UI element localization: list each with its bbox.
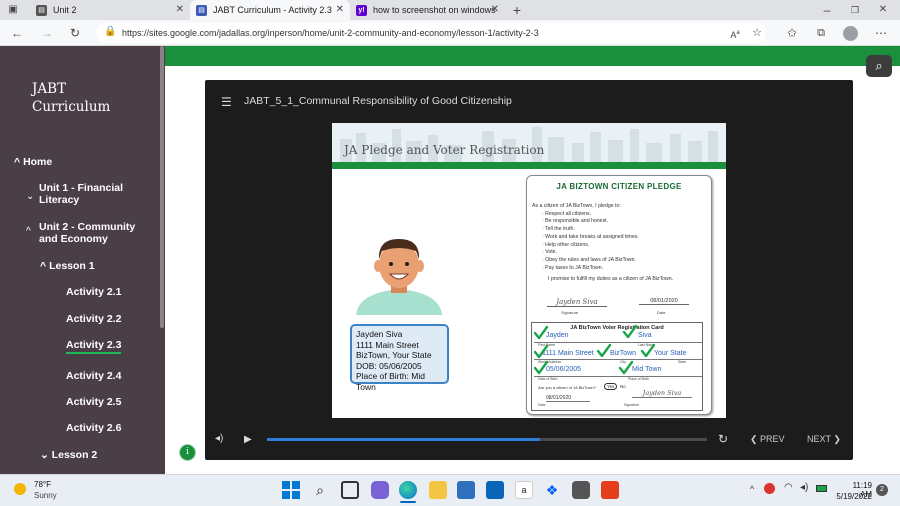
app-icon[interactable] (572, 481, 590, 499)
check-icon (618, 360, 634, 375)
amazon-icon[interactable]: a (515, 481, 533, 499)
page-icon: ▤ (36, 4, 47, 16)
prev-button[interactable]: ❮ PREV (750, 434, 785, 445)
weather-desc: Sunny (34, 491, 57, 500)
clock-date: 5/19/2022 (836, 492, 872, 501)
check-marks (533, 324, 656, 375)
chevron-down-icon[interactable]: ⌄ (26, 191, 34, 202)
dropbox-icon[interactable]: ❖ (543, 481, 561, 499)
weather-temp[interactable]: 78°F (34, 480, 51, 489)
task-view-icon[interactable] (341, 481, 359, 499)
search-icon[interactable]: ⌕ (311, 481, 329, 499)
seek-bar[interactable] (267, 438, 707, 441)
replay-icon[interactable]: ↻ (718, 432, 728, 446)
nav-item-activity-2-1[interactable]: Activity 2.1 (66, 286, 121, 298)
check-icon (640, 343, 656, 358)
window-menu-icon[interactable]: ▣ (4, 0, 22, 20)
teams-chat-icon[interactable] (371, 481, 389, 499)
person-illustration (356, 239, 442, 315)
next-button[interactable]: NEXT ❯ (807, 434, 841, 445)
speaker-icon[interactable]: ◂) (800, 482, 808, 493)
collections-icon[interactable]: ⧉ (812, 23, 830, 43)
start-icon[interactable] (282, 481, 300, 499)
office-icon[interactable] (601, 481, 619, 499)
favorite-star-icon[interactable]: ☆ (748, 23, 766, 43)
google-sites-icon: ▤ (196, 4, 207, 16)
edge-browser-icon[interactable] (399, 481, 417, 499)
url-input[interactable]: 🔒 https://sites.google.com/jadallas.org/… (96, 23, 766, 43)
minimize-icon[interactable]: – (818, 0, 836, 20)
restore-icon[interactable]: ❐ (846, 0, 864, 20)
search-icon[interactable]: ⌕ (866, 55, 892, 77)
nav-item-activity-2-3[interactable]: Activity 2.3 (66, 339, 122, 354)
back-icon[interactable]: ← (8, 23, 26, 43)
tab-jabt-curriculum[interactable]: ▤ JABT Curriculum - Activity 2.3 ✕ (190, 0, 350, 20)
pledge-heading: JA BIZTOWN CITIZEN PLEDGE (556, 182, 682, 191)
playlist-menu-icon[interactable]: ☰ (221, 95, 232, 109)
chevron-right-icon: ❯ (830, 434, 841, 444)
check-icon (533, 325, 549, 340)
chevron-up-icon[interactable]: ^ (750, 484, 754, 494)
active-app-indicator (400, 501, 416, 503)
volume-icon[interactable]: ◂) (215, 433, 223, 444)
tab-unit-2[interactable]: ▤ Unit 2 ✕ (30, 0, 190, 20)
nav-item-unit-2[interactable]: Unit 2 - Community and Economy (39, 221, 154, 245)
close-tab-icon[interactable]: ✕ (176, 4, 184, 15)
close-tab-icon[interactable]: ✕ (336, 4, 344, 15)
microsoft-store-icon[interactable] (457, 481, 475, 499)
chevron-up-icon: ^ (14, 156, 24, 168)
nav-item-activity-2-6[interactable]: Activity 2.6 (66, 422, 121, 434)
mail-icon[interactable] (486, 481, 504, 499)
check-icon (596, 343, 612, 358)
wifi-icon[interactable]: ◠ (784, 482, 793, 493)
nav-item-unit-1[interactable]: Unit 1 - Financial Literacy (39, 182, 154, 206)
sidebar-scrollbar[interactable] (160, 46, 164, 328)
reload-icon[interactable]: ↻ (66, 23, 84, 43)
close-tab-icon[interactable]: ✕ (491, 4, 499, 15)
chevron-down-icon: ⌄ (40, 449, 52, 461)
battery-icon[interactable] (816, 485, 827, 492)
lock-icon: 🔒 (104, 26, 117, 37)
favorites-icon[interactable]: ✩ (783, 23, 801, 43)
forward-icon[interactable]: → (38, 23, 56, 43)
new-tab-icon[interactable]: + (508, 0, 526, 20)
seek-bar-progress (267, 438, 540, 441)
nav-item-activity-2-5[interactable]: Activity 2.5 (66, 396, 121, 408)
id-card: Jayden Siva 1111 Main Street BizTown, Yo… (350, 324, 449, 392)
close-window-icon[interactable]: ✕ (874, 0, 892, 20)
weather-sun-icon[interactable] (14, 483, 26, 495)
video-title: JABT_5_1_Communal Responsibility of Good… (244, 95, 512, 107)
play-icon[interactable]: ▶ (244, 434, 252, 445)
voter-registration-card: JA BizTown Voter Registration Card Jayde… (531, 322, 703, 411)
info-icon[interactable]: i (179, 444, 196, 461)
more-menu-icon[interactable]: ⋯ (872, 23, 890, 43)
nav-item-activity-2-4[interactable]: Activity 2.4 (66, 370, 121, 382)
nav-item-activity-2-2[interactable]: Activity 2.2 (66, 313, 121, 325)
check-icon (622, 324, 638, 339)
chevron-up-icon[interactable]: ^ (26, 226, 31, 237)
nav-item-lesson-1[interactable]: ^ Lesson 1 (40, 260, 95, 272)
header-banner (165, 46, 900, 66)
read-aloud-icon[interactable]: Aa (726, 23, 744, 43)
file-explorer-icon[interactable] (429, 481, 447, 499)
security-icon[interactable] (764, 483, 775, 494)
check-icon (533, 360, 549, 375)
slide-title: JA Pledge and Voter Registration (344, 143, 545, 157)
profile-avatar[interactable] (843, 26, 858, 41)
video-frame: JA Pledge and Voter Registration Jayden … (332, 123, 726, 418)
pledge-signature: Jayden Siva (547, 298, 607, 307)
nav-item-lesson-2[interactable]: ⌄ Lesson 2 (40, 449, 97, 461)
notification-badge[interactable]: 2 (876, 484, 888, 496)
chevron-left-icon: ❮ (750, 434, 761, 444)
yahoo-icon: y! (356, 4, 367, 16)
site-title[interactable]: JABT Curriculum (32, 80, 110, 116)
tab-yahoo-search[interactable]: y! how to screenshot on windows ✕ (350, 0, 505, 20)
chevron-up-icon: ^ (40, 260, 50, 272)
nav-item-home[interactable]: ^ Home (14, 156, 52, 168)
pledge-text: As a citizen of JA BizTown, I pledge to:… (532, 203, 674, 283)
check-icon (533, 344, 549, 359)
pledge-document: JA BIZTOWN CITIZEN PLEDGE As a citizen o… (526, 175, 712, 415)
